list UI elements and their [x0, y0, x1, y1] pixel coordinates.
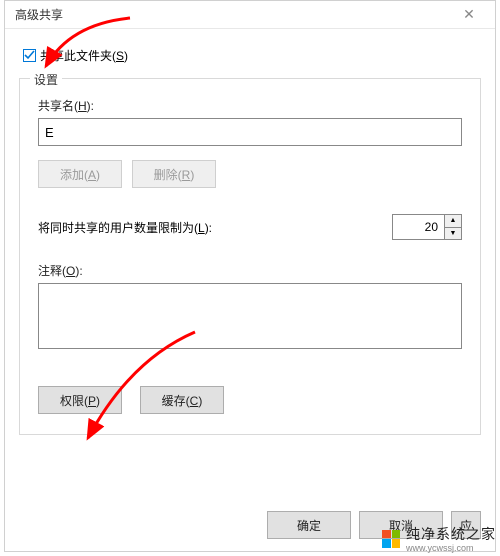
window-title: 高级共享	[15, 6, 63, 23]
share-folder-label: 共享此文件夹(S)	[40, 47, 128, 64]
dialog-body: 共享此文件夹(S) 设置 共享名(H): 添加(A) 删除(R) 将同时共享的用…	[5, 29, 495, 447]
add-button: 添加(A)	[38, 160, 122, 188]
settings-legend: 设置	[30, 71, 62, 88]
close-button[interactable]: ✕	[449, 2, 489, 28]
user-limit-input[interactable]	[392, 214, 444, 240]
cache-button[interactable]: 缓存(C)	[140, 386, 224, 414]
ok-button[interactable]: 确定	[267, 511, 351, 539]
user-limit-spinner[interactable]: ▲ ▼	[392, 214, 462, 240]
watermark-logo-icon	[382, 530, 400, 548]
checkbox-icon	[23, 49, 36, 62]
watermark-text: 纯净系统之家	[406, 526, 496, 542]
advanced-sharing-dialog: 高级共享 ✕ 共享此文件夹(S) 设置 共享名(H): 添加(A)	[4, 0, 496, 552]
titlebar: 高级共享 ✕	[5, 1, 495, 29]
settings-group: 设置 共享名(H): 添加(A) 删除(R) 将同时共享的用户数量限制为(L):	[19, 78, 481, 435]
watermark-url: www.ycwssj.com	[406, 544, 496, 553]
close-icon: ✕	[463, 6, 475, 23]
comment-textarea[interactable]	[38, 283, 462, 349]
share-name-label: 共享名(H):	[38, 97, 462, 114]
comment-label: 注释(O):	[38, 262, 462, 279]
spinner-down-button[interactable]: ▼	[445, 227, 461, 240]
watermark: 纯净系统之家 www.ycwssj.com	[382, 524, 496, 553]
user-limit-label: 将同时共享的用户数量限制为(L):	[38, 219, 212, 236]
remove-button: 删除(R)	[132, 160, 216, 188]
permissions-button[interactable]: 权限(P)	[38, 386, 122, 414]
share-name-input[interactable]	[38, 118, 462, 146]
share-folder-checkbox[interactable]: 共享此文件夹(S)	[23, 47, 481, 64]
spinner-buttons: ▲ ▼	[444, 214, 462, 240]
spinner-up-button[interactable]: ▲	[445, 215, 461, 227]
